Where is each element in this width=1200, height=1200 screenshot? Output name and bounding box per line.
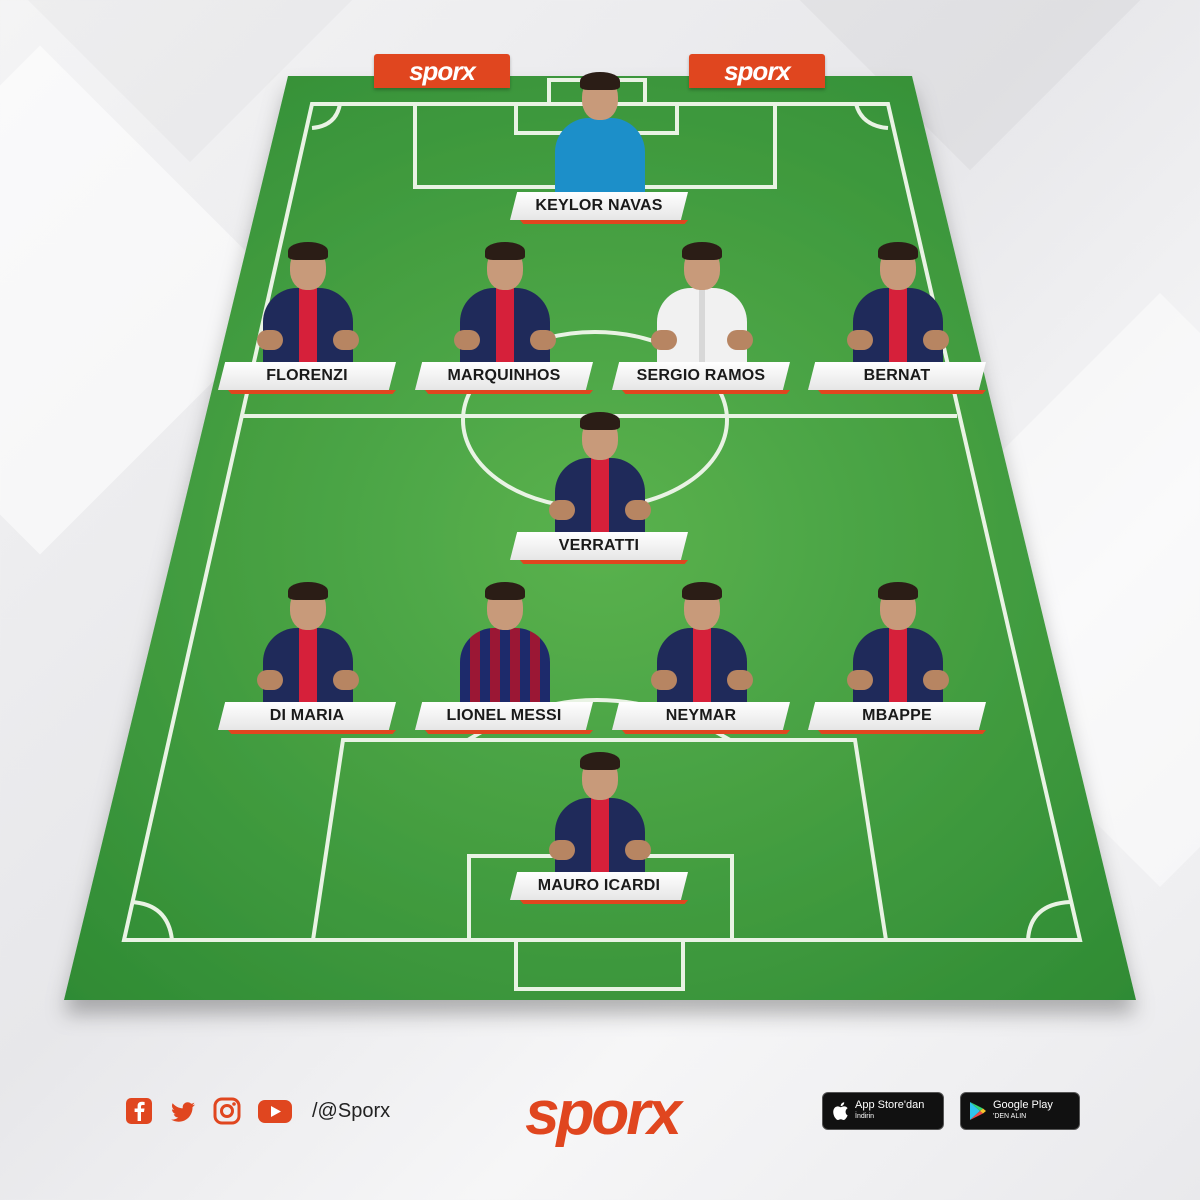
player-card: DI MARIA: [218, 580, 398, 740]
google-play-icon: [970, 1102, 986, 1120]
player-name: KEYLOR NAVAS: [510, 192, 688, 220]
player-name: LIONEL MESSI: [415, 702, 593, 730]
player-photo: [651, 580, 753, 706]
name-accent-bar: [228, 730, 396, 734]
logo-text: sporx: [724, 55, 791, 86]
name-accent-bar: [520, 900, 688, 904]
google-play-line2: 'DEN ALIN: [993, 1113, 1027, 1120]
name-accent-bar: [425, 390, 593, 394]
player-photo: [651, 240, 753, 366]
player-photo: [549, 410, 651, 536]
player-name: NEYMAR: [612, 702, 790, 730]
player-name: SERGIO RAMOS: [612, 362, 790, 390]
google-play-line1: Google Play: [993, 1099, 1053, 1111]
player-photo: [847, 240, 949, 366]
player-card: SERGIO RAMOS: [612, 240, 792, 400]
google-play-badge[interactable]: Google Play 'DEN ALIN: [960, 1092, 1080, 1130]
player-card: MAURO ICARDI: [510, 750, 690, 910]
player-photo: [549, 750, 651, 876]
player-photo: [460, 580, 550, 706]
name-accent-bar: [520, 560, 688, 564]
player-card: KEYLOR NAVAS: [510, 70, 690, 230]
social-handle[interactable]: /@Sporx: [312, 1100, 390, 1123]
logo-text: sporx: [409, 55, 476, 86]
player-photo: [454, 240, 556, 366]
player-name: DI MARIA: [218, 702, 396, 730]
facebook-icon[interactable]: [124, 1096, 154, 1126]
youtube-icon[interactable]: [256, 1096, 294, 1126]
player-photo: [555, 70, 645, 196]
footer: /@Sporx sporx App Store'dan İndirin Goog…: [0, 1080, 1200, 1150]
player-name: BERNAT: [808, 362, 986, 390]
player-name: MARQUINHOS: [415, 362, 593, 390]
twitter-icon[interactable]: [168, 1096, 198, 1126]
app-store-badge[interactable]: App Store'dan İndirin: [822, 1092, 944, 1130]
player-card: VERRATTI: [510, 410, 690, 570]
name-accent-bar: [228, 390, 396, 394]
player-photo: [257, 580, 359, 706]
sporx-logo-tab: sporx: [689, 54, 825, 88]
player-name: MAURO ICARDI: [510, 872, 688, 900]
player-name: VERRATTI: [510, 532, 688, 560]
app-store-line2: İndirin: [855, 1113, 875, 1120]
name-accent-bar: [818, 730, 986, 734]
instagram-icon[interactable]: [212, 1096, 242, 1126]
player-card: NEYMAR: [612, 580, 792, 740]
sporx-logo-tab: sporx: [374, 54, 510, 88]
name-accent-bar: [622, 730, 790, 734]
player-card: BERNAT: [808, 240, 988, 400]
player-card: MBAPPE: [808, 580, 988, 740]
sporx-brand-logo: sporx: [525, 1079, 682, 1148]
apple-icon: [833, 1102, 848, 1121]
player-photo: [847, 580, 949, 706]
name-accent-bar: [425, 730, 593, 734]
name-accent-bar: [520, 220, 688, 224]
social-links: /@Sporx: [124, 1096, 390, 1126]
player-name: MBAPPE: [808, 702, 986, 730]
player-card: FLORENZI: [218, 240, 398, 400]
app-store-line1: App Store'dan: [855, 1099, 925, 1111]
player-photo: [257, 240, 359, 366]
name-accent-bar: [622, 390, 790, 394]
player-name: FLORENZI: [218, 362, 396, 390]
name-accent-bar: [818, 390, 986, 394]
player-card: MARQUINHOS: [415, 240, 595, 400]
player-card: LIONEL MESSI: [415, 580, 595, 740]
